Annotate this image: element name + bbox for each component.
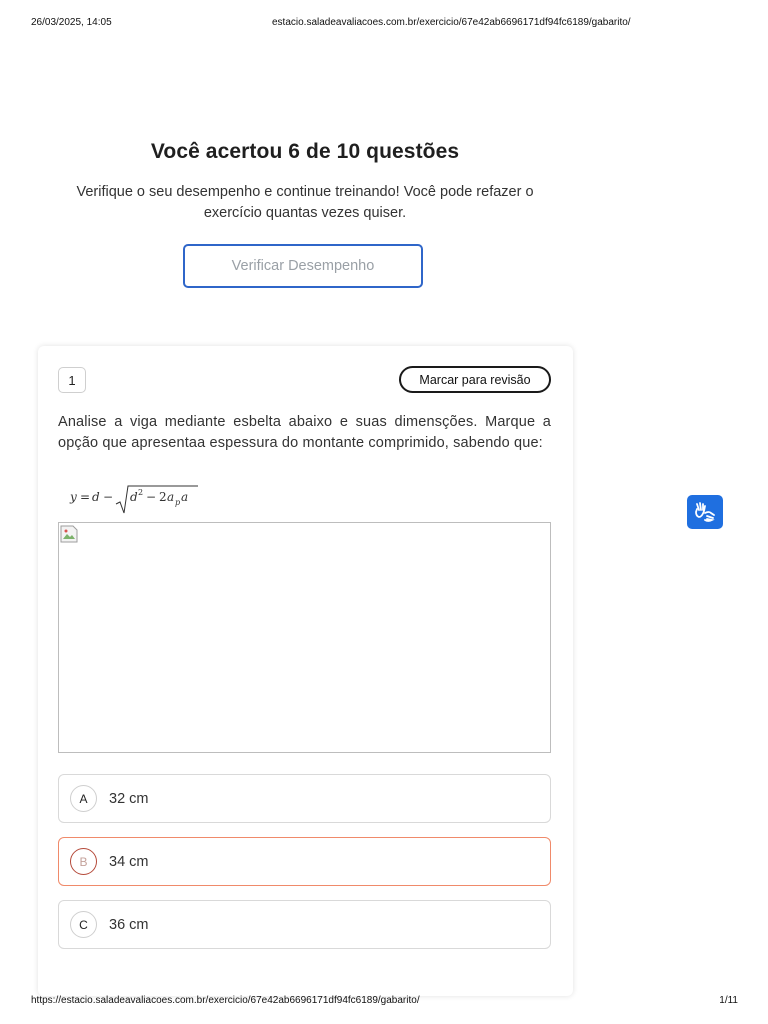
svg-text:2: 2	[159, 490, 167, 504]
option-text: 36 cm	[109, 916, 149, 933]
footer-url: https://estacio.saladeavaliacoes.com.br/…	[31, 995, 420, 1006]
page-number: 1/11	[719, 995, 738, 1006]
formula: y = d − d 2 − 2 a p a	[69, 485, 198, 514]
question-statement: Analise a viga mediante esbelta abaixo e…	[58, 414, 551, 451]
svg-text:p: p	[175, 498, 180, 507]
print-datetime: 26/03/2025, 14:05	[31, 17, 112, 28]
print-url: estacio.saladeavaliacoes.com.br/exercici…	[272, 17, 631, 28]
question-number: 1	[58, 367, 86, 393]
option-c[interactable]: C 36 cm	[58, 900, 551, 949]
print-header: 26/03/2025, 14:05 estacio.saladeavaliaco…	[0, 17, 768, 31]
svg-text:−: −	[103, 490, 113, 504]
option-text: 34 cm	[109, 853, 149, 870]
svg-text:d: d	[130, 490, 138, 504]
hands-icon	[695, 502, 715, 522]
svg-text:2: 2	[138, 488, 143, 497]
option-letter: C	[70, 911, 97, 938]
result-summary: Você acertou 6 de 10 questões Verifique …	[40, 140, 570, 224]
verify-performance-button[interactable]: Verificar Desempenho	[183, 244, 423, 288]
broken-image-icon	[60, 525, 78, 543]
result-subtitle: Verifique o seu desempenho e continue tr…	[76, 184, 534, 221]
option-letter: B	[70, 848, 97, 875]
question-card: 1 Marcar para revisão Analise a viga med…	[38, 346, 573, 996]
mark-for-review-button[interactable]: Marcar para revisão	[399, 366, 551, 393]
svg-text:d: d	[92, 490, 100, 504]
vlibras-hands-icon[interactable]	[687, 495, 723, 529]
option-text: 32 cm	[109, 790, 149, 807]
option-b[interactable]: B 34 cm	[58, 837, 551, 886]
svg-text:−: −	[146, 490, 156, 504]
beam-image-placeholder	[58, 522, 551, 753]
svg-text:=: =	[80, 490, 90, 504]
print-footer: https://estacio.saladeavaliacoes.com.br/…	[0, 995, 768, 1009]
result-title: Você acertou 6 de 10 questões	[150, 140, 460, 163]
svg-text:a: a	[167, 490, 174, 504]
svg-text:y: y	[69, 490, 77, 504]
option-a[interactable]: A 32 cm	[58, 774, 551, 823]
option-letter: A	[70, 785, 97, 812]
svg-text:a: a	[181, 490, 188, 504]
